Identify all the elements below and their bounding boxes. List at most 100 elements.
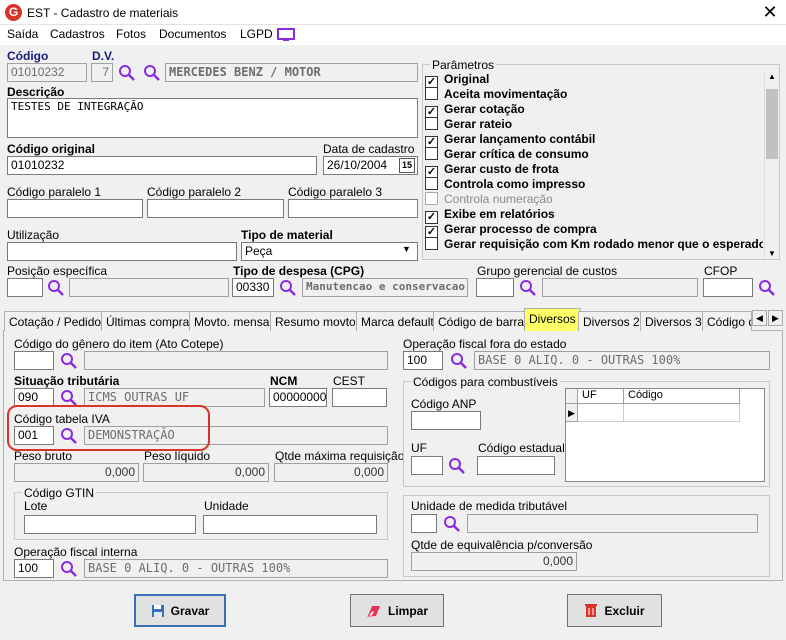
op-interna-desc: BASE 0 ALIQ. 0 - OUTRAS 100% [84, 559, 388, 578]
parametro-label: Gerar processo de compra [444, 222, 597, 236]
material-name-field: MERCEDES BENZ / MOTOR [165, 63, 418, 82]
anp-field[interactable] [411, 411, 481, 430]
tab-ultimas-compras[interactable]: Últimas compras [101, 311, 201, 331]
chevron-down-icon[interactable]: ▼ [768, 249, 776, 258]
close-icon[interactable]: ✕ [760, 2, 780, 22]
monitor-icon[interactable] [277, 28, 295, 42]
menu-saida[interactable]: Saída [7, 27, 38, 41]
search-icon[interactable] [450, 352, 468, 370]
genero-field[interactable] [14, 351, 54, 370]
search-icon[interactable] [443, 515, 461, 533]
codigo-paralelo-1-field[interactable] [7, 199, 143, 218]
codigo-paralelo-2-field[interactable] [147, 199, 284, 218]
scrollbar-thumb[interactable] [766, 89, 778, 159]
qtde-max-field[interactable]: 0,000 [274, 463, 388, 482]
grid-cell-codigo[interactable] [624, 404, 740, 422]
situacao-label: Situação tributária [14, 374, 120, 388]
search-icon[interactable] [118, 64, 136, 82]
checkbox-icon[interactable] [425, 237, 438, 250]
gravar-label: Gravar [170, 603, 210, 618]
parametro-item[interactable]: Controla numeração [425, 192, 763, 207]
parametro-item[interactable]: Gerar crítica de consumo [425, 147, 763, 162]
calendar-icon[interactable]: 15 [399, 158, 415, 173]
cest-field[interactable] [332, 388, 387, 407]
tab-resumo-movto[interactable]: Resumo movto. [270, 311, 365, 331]
codigo-paralelo-3-field[interactable] [288, 199, 418, 218]
descricao-textarea[interactable]: TESTES DE INTEGRAÇÃO [7, 98, 418, 138]
parametro-item[interactable]: ✓ Gerar custo de frota [425, 162, 763, 179]
chevron-right-icon[interactable]: ▶ [768, 310, 783, 326]
chevron-left-icon[interactable]: ◀ [752, 310, 767, 326]
tab-diversos-3[interactable]: Diversos 3 [640, 311, 707, 331]
parametro-item[interactable]: Gerar rateio [425, 117, 763, 132]
parametro-item[interactable]: ✓ Original [425, 72, 763, 89]
posicao-field[interactable] [7, 278, 43, 297]
ncm-label: NCM [270, 374, 298, 388]
qtde-equiv-field[interactable]: 0,000 [411, 552, 577, 571]
limpar-button[interactable]: Limpar [350, 594, 444, 627]
parametro-item[interactable]: Aceita movimentação [425, 87, 763, 102]
search-icon[interactable] [60, 352, 78, 370]
parametro-item[interactable]: ✓ Gerar processo de compra [425, 222, 763, 239]
search-icon[interactable] [448, 457, 466, 475]
op-fora-code[interactable]: 100 [403, 351, 443, 370]
tab-diversos[interactable]: Diversos [524, 308, 581, 331]
tipo-despesa-code[interactable]: 00330 [232, 278, 274, 297]
search-icon[interactable] [47, 279, 65, 297]
grupo-gerencial-field[interactable] [476, 278, 514, 297]
ncm-field[interactable]: 00000000 [269, 388, 327, 407]
search-icon[interactable] [279, 279, 297, 297]
menu-cadastros[interactable]: Cadastros [50, 27, 105, 41]
genero-label: Código do gênero do item (Ato Cotepe) [14, 337, 224, 351]
combustiveis-grid[interactable]: UF Código ▶ [565, 388, 765, 482]
peso-liquido-field[interactable]: 0,000 [143, 463, 269, 482]
cfop-field[interactable] [703, 278, 753, 297]
parametro-item[interactable]: ✓ Gerar lançamento contábil [425, 132, 763, 149]
checkbox-icon[interactable] [425, 87, 438, 100]
tab-movto-mensal[interactable]: Movto. mensal [189, 311, 278, 331]
checkbox-icon[interactable] [425, 117, 438, 130]
parametro-item[interactable]: Controla como impresso [425, 177, 763, 192]
codigo-field[interactable]: 01010232 [7, 63, 87, 82]
uf-field[interactable] [411, 456, 443, 475]
tipo-material-select[interactable]: Peça [241, 242, 418, 261]
checkbox-icon[interactable] [425, 147, 438, 160]
lote-field[interactable] [24, 515, 196, 534]
parametro-item[interactable]: ✓ Exibe em relatórios [425, 207, 763, 224]
excluir-button[interactable]: Excluir [567, 594, 662, 627]
un-trib-desc [467, 514, 758, 533]
un-trib-field[interactable] [411, 514, 437, 533]
tab-marca-default[interactable]: Marca default [356, 311, 439, 331]
peso-bruto-field[interactable]: 0,000 [14, 463, 139, 482]
checkbox-icon[interactable] [425, 192, 438, 205]
op-interna-code[interactable]: 100 [14, 559, 54, 578]
app-logo-icon: G [5, 4, 22, 21]
menu-documentos[interactable]: Documentos [159, 27, 226, 41]
checkbox-icon[interactable] [425, 177, 438, 190]
search-icon[interactable] [758, 279, 776, 297]
tab-diversos-2[interactable]: Diversos 2 [578, 311, 645, 331]
cod-estadual-field[interactable] [477, 456, 555, 475]
codigo-paralelo-2-label: Código paralelo 2 [147, 185, 242, 199]
menu-fotos[interactable]: Fotos [116, 27, 146, 41]
tab-cotacao[interactable]: Cotação / Pedido [4, 311, 107, 331]
codigo-original-field[interactable]: 01010232 [7, 156, 317, 175]
unidade-field[interactable] [203, 515, 377, 534]
chevron-up-icon[interactable]: ▲ [768, 72, 776, 81]
menu-lgpd[interactable]: LGPD [240, 27, 273, 41]
tab-codigo-more[interactable]: Código de [702, 311, 752, 331]
scrollbar[interactable]: ▲ ▼ [764, 72, 778, 258]
qtde-equiv-label: Qtde de equivalência p/conversão [411, 538, 593, 552]
parametro-item[interactable]: ✓ Gerar cotação [425, 102, 763, 119]
search-icon[interactable] [60, 560, 78, 578]
grid-cell-uf[interactable] [578, 404, 624, 422]
tab-codigo-barras[interactable]: Código de barras [433, 311, 536, 331]
search-icon[interactable] [519, 279, 537, 297]
parametro-item[interactable]: Gerar requisição com Km rodado menor que… [425, 237, 763, 252]
search-icon[interactable] [143, 64, 161, 82]
gravar-button[interactable]: Gravar [134, 594, 226, 627]
chevron-down-icon[interactable]: ▼ [402, 244, 411, 254]
row-indicator-icon: ▶ [566, 404, 578, 422]
parametro-label: Gerar rateio [444, 117, 513, 131]
utilizacao-field[interactable] [7, 242, 237, 261]
